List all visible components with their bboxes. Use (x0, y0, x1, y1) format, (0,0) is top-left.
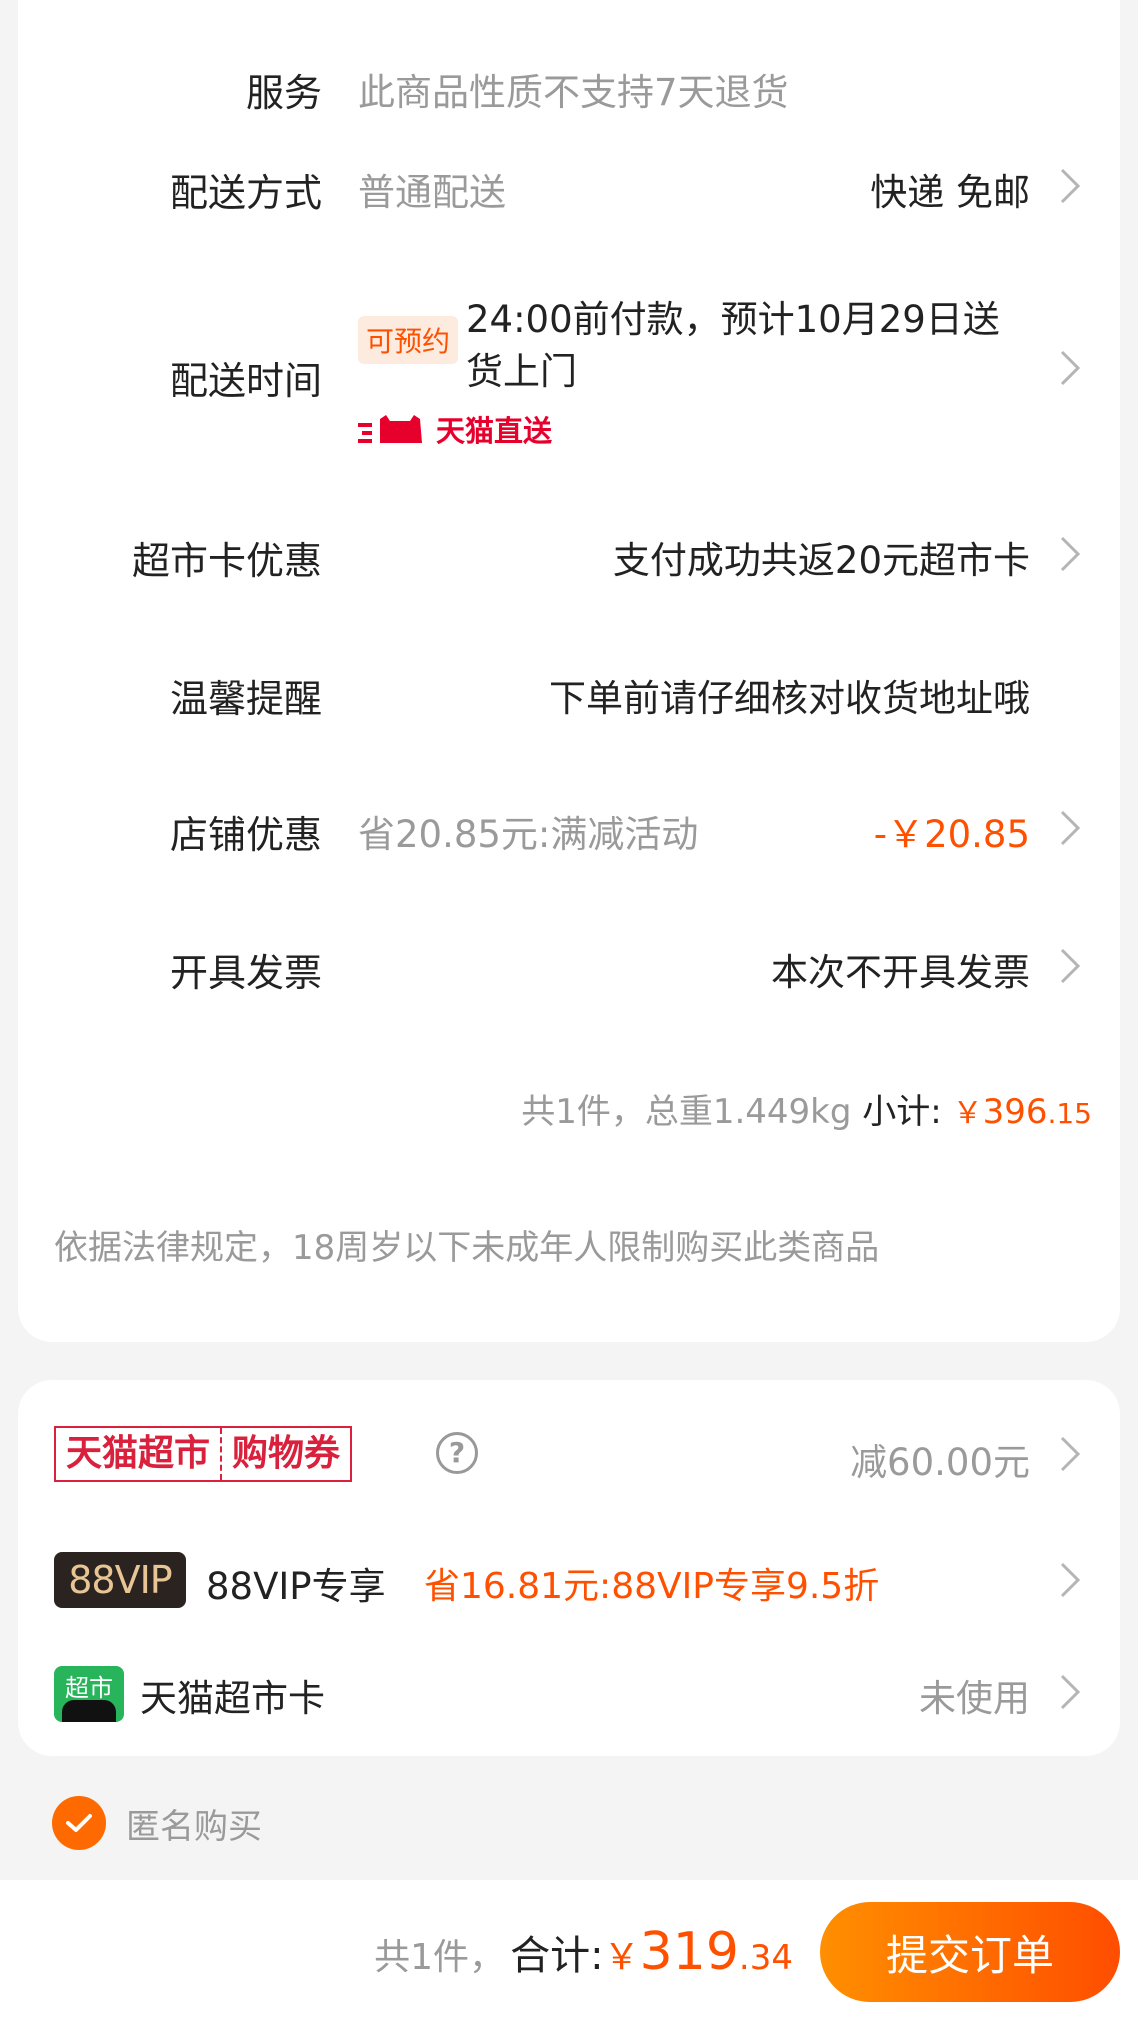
vip-promo: 省16.81元:88VIP专享9.5折 (424, 1566, 880, 1607)
total-currency: ￥ (603, 1937, 640, 1978)
market-card-promo-label: 超市卡优惠 (131, 539, 322, 583)
chevron-right-icon[interactable] (1052, 1670, 1088, 1714)
subtotal-cents: .15 (1047, 1097, 1092, 1130)
market-card-label: 天猫超市卡 (140, 1677, 325, 1720)
anonymous-purchase-toggle[interactable]: 匿名购买 (52, 1796, 262, 1850)
reminder-text: 下单前请仔细核对收货地址哦 (549, 677, 1030, 720)
tmall-coupon-value: 减60.00元 (850, 1441, 1030, 1484)
checkout-bar: 共1件， 合计:￥319.34 提交订单 (0, 1880, 1138, 2023)
help-icon[interactable]: ? (436, 1432, 478, 1474)
submit-order-button[interactable]: 提交订单 (820, 1902, 1120, 2002)
tmall-coupon-badge: 天猫超市 购物券 (54, 1426, 353, 1482)
tmall-cat-icon (358, 415, 422, 443)
delivery-method-right: 快递 免邮 (870, 171, 1030, 214)
vip-label: 88VIP专享 (206, 1565, 386, 1608)
subtotal-currency: ￥ (952, 1096, 983, 1131)
total-label: 合计: (510, 1933, 604, 1979)
invoice-value: 本次不开具发票 (771, 951, 1030, 994)
anonymous-label: 匿名购买 (126, 1806, 262, 1847)
store-discount-amount: -￥20.85 (873, 813, 1030, 856)
chevron-right-icon[interactable] (1052, 944, 1088, 988)
subtotal-amount: 396 (982, 1092, 1048, 1132)
coupon-badge-left: 天猫超市 (66, 1433, 211, 1474)
service-value: 此商品性质不支持7天退货 (358, 71, 789, 114)
tmall-direct-badge: 天猫直送 (358, 408, 552, 450)
total-count: 共1件， (374, 1937, 506, 1978)
delivery-time-row[interactable]: 配送时间 可预约 24:00前付款，预计10月29日送货上门 天猫直送 (18, 294, 1120, 448)
chevron-right-icon[interactable] (1052, 806, 1088, 850)
market-card-row[interactable]: 超市 天猫超市卡 未使用 (18, 1666, 1120, 1746)
tmall-coupon-row[interactable]: 天猫超市 购物券 ? 减60.00元 (18, 1414, 1120, 1494)
total-cents: .34 (738, 1938, 793, 1978)
coupons-card: 天猫超市 购物券 ? 减60.00元 88VIP 88VIP专享 省16.81元… (18, 1380, 1120, 1756)
chevron-right-icon[interactable] (1052, 346, 1088, 390)
chevron-right-icon[interactable] (1052, 1558, 1088, 1602)
market-card-promo-right: 支付成功共返20元超市卡 (612, 539, 1030, 582)
cat-head-icon (62, 1700, 116, 1722)
market-card-promo-row[interactable]: 超市卡优惠 支付成功共返20元超市卡 (18, 516, 1120, 596)
order-total: 共1件， 合计:￥319.34 (374, 1922, 793, 1982)
chevron-right-icon[interactable] (1052, 164, 1088, 208)
checkmark-icon[interactable] (52, 1796, 106, 1850)
total-amount: 319 (639, 1922, 739, 1982)
subtotal: 共1件，总重1.449kg 小计: ￥396.15 (521, 1084, 1092, 1133)
delivery-time-text: 24:00前付款，预计10月29日送货上门 (466, 298, 1000, 393)
invoice-row[interactable]: 开具发票 本次不开具发票 (18, 928, 1120, 1008)
subtotal-label: 小计: (862, 1092, 942, 1132)
market-card-status: 未使用 (919, 1677, 1030, 1720)
reservable-tag: 可预约 (358, 316, 459, 364)
chevron-right-icon[interactable] (1052, 1432, 1088, 1476)
store-discount-row[interactable]: 店铺优惠 省20.85元:满减活动 -￥20.85 (18, 790, 1120, 870)
vip-badge: 88VIP (54, 1552, 186, 1608)
delivery-time-label: 配送时间 (169, 359, 322, 403)
legal-notice: 依据法律规定，18周岁以下未成年人限制购买此类商品 (54, 1228, 880, 1268)
invoice-label: 开具发票 (169, 951, 322, 995)
order-details-card: 服务 此商品性质不支持7天退货 配送方式 普通配送 快递 免邮 配送时间 可预约… (18, 0, 1120, 1342)
delivery-method-row[interactable]: 配送方式 普通配送 快递 免邮 (18, 146, 1120, 226)
service-label: 服务 (245, 71, 322, 115)
store-discount-label: 店铺优惠 (169, 813, 322, 857)
reminder-label: 温馨提醒 (169, 677, 322, 721)
tmall-direct-text: 天猫直送 (436, 414, 553, 448)
market-card-icon-text: 超市 (65, 1674, 113, 1702)
vip-row[interactable]: 88VIP 88VIP专享 省16.81元:88VIP专享9.5折 (18, 1540, 1120, 1620)
coupon-badge-right: 购物券 (220, 1428, 350, 1480)
subtotal-summary: 共1件，总重1.449kg (521, 1092, 852, 1132)
store-discount-value: 省20.85元:满减活动 (358, 813, 699, 856)
delivery-method-value: 普通配送 (358, 171, 506, 214)
delivery-method-label: 配送方式 (169, 171, 322, 215)
reminder-row: 温馨提醒 下单前请仔细核对收货地址哦 (18, 654, 1120, 734)
tmall-market-card-icon: 超市 (54, 1666, 124, 1722)
chevron-right-icon[interactable] (1052, 532, 1088, 576)
